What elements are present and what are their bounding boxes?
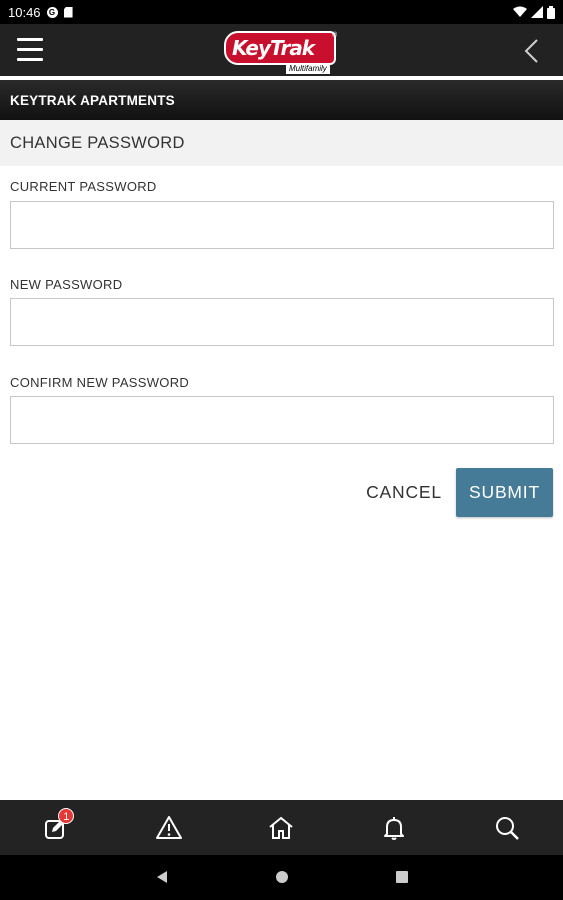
wifi-icon bbox=[513, 6, 527, 17]
keytrak-logo: KeyTrak ® Multifamily bbox=[222, 28, 342, 74]
nav-notifications-button[interactable] bbox=[370, 804, 418, 852]
nav-home-button[interactable] bbox=[257, 804, 305, 852]
bell-icon bbox=[384, 816, 405, 840]
new-password-input[interactable] bbox=[10, 298, 554, 346]
app-header: KeyTrak ® Multifamily bbox=[0, 24, 563, 78]
status-time: 10:46 bbox=[8, 4, 41, 20]
back-triangle-icon[interactable] bbox=[152, 867, 172, 887]
cancel-button[interactable]: CANCEL bbox=[356, 468, 452, 517]
nav-notes-button[interactable]: 1 bbox=[32, 804, 80, 852]
battery-icon bbox=[547, 5, 555, 19]
back-chevron-icon[interactable] bbox=[521, 38, 543, 64]
sd-card-icon bbox=[63, 6, 73, 18]
status-bar: 10:46 G bbox=[0, 0, 563, 24]
nav-search-button[interactable] bbox=[483, 804, 531, 852]
bottom-navigation: 1 bbox=[0, 800, 563, 855]
page-title: CHANGE PASSWORD bbox=[0, 120, 563, 166]
notes-badge: 1 bbox=[58, 807, 75, 824]
logo-subtext: Multifamily bbox=[286, 64, 330, 74]
android-system-nav bbox=[0, 855, 563, 900]
home-circle-icon[interactable] bbox=[272, 867, 292, 887]
warning-icon bbox=[155, 815, 182, 839]
submit-button[interactable]: SUBMIT bbox=[456, 468, 553, 517]
nav-alerts-button[interactable] bbox=[145, 804, 193, 852]
recents-square-icon[interactable] bbox=[392, 867, 412, 887]
signal-icon bbox=[531, 6, 543, 18]
confirm-password-input[interactable] bbox=[10, 396, 554, 444]
search-icon bbox=[495, 816, 519, 840]
new-password-label: NEW PASSWORD bbox=[10, 277, 123, 292]
menu-icon[interactable] bbox=[17, 38, 43, 62]
logo-text: KeyTrak bbox=[232, 36, 315, 60]
confirm-password-label: CONFIRM NEW PASSWORD bbox=[10, 375, 190, 390]
home-icon bbox=[269, 816, 294, 839]
current-password-input[interactable] bbox=[10, 201, 554, 249]
google-icon: G bbox=[46, 6, 58, 18]
current-password-label: CURRENT PASSWORD bbox=[10, 179, 157, 194]
property-name: KEYTRAK APARTMENTS bbox=[0, 80, 563, 120]
logo-registered-mark: ® bbox=[332, 32, 338, 39]
